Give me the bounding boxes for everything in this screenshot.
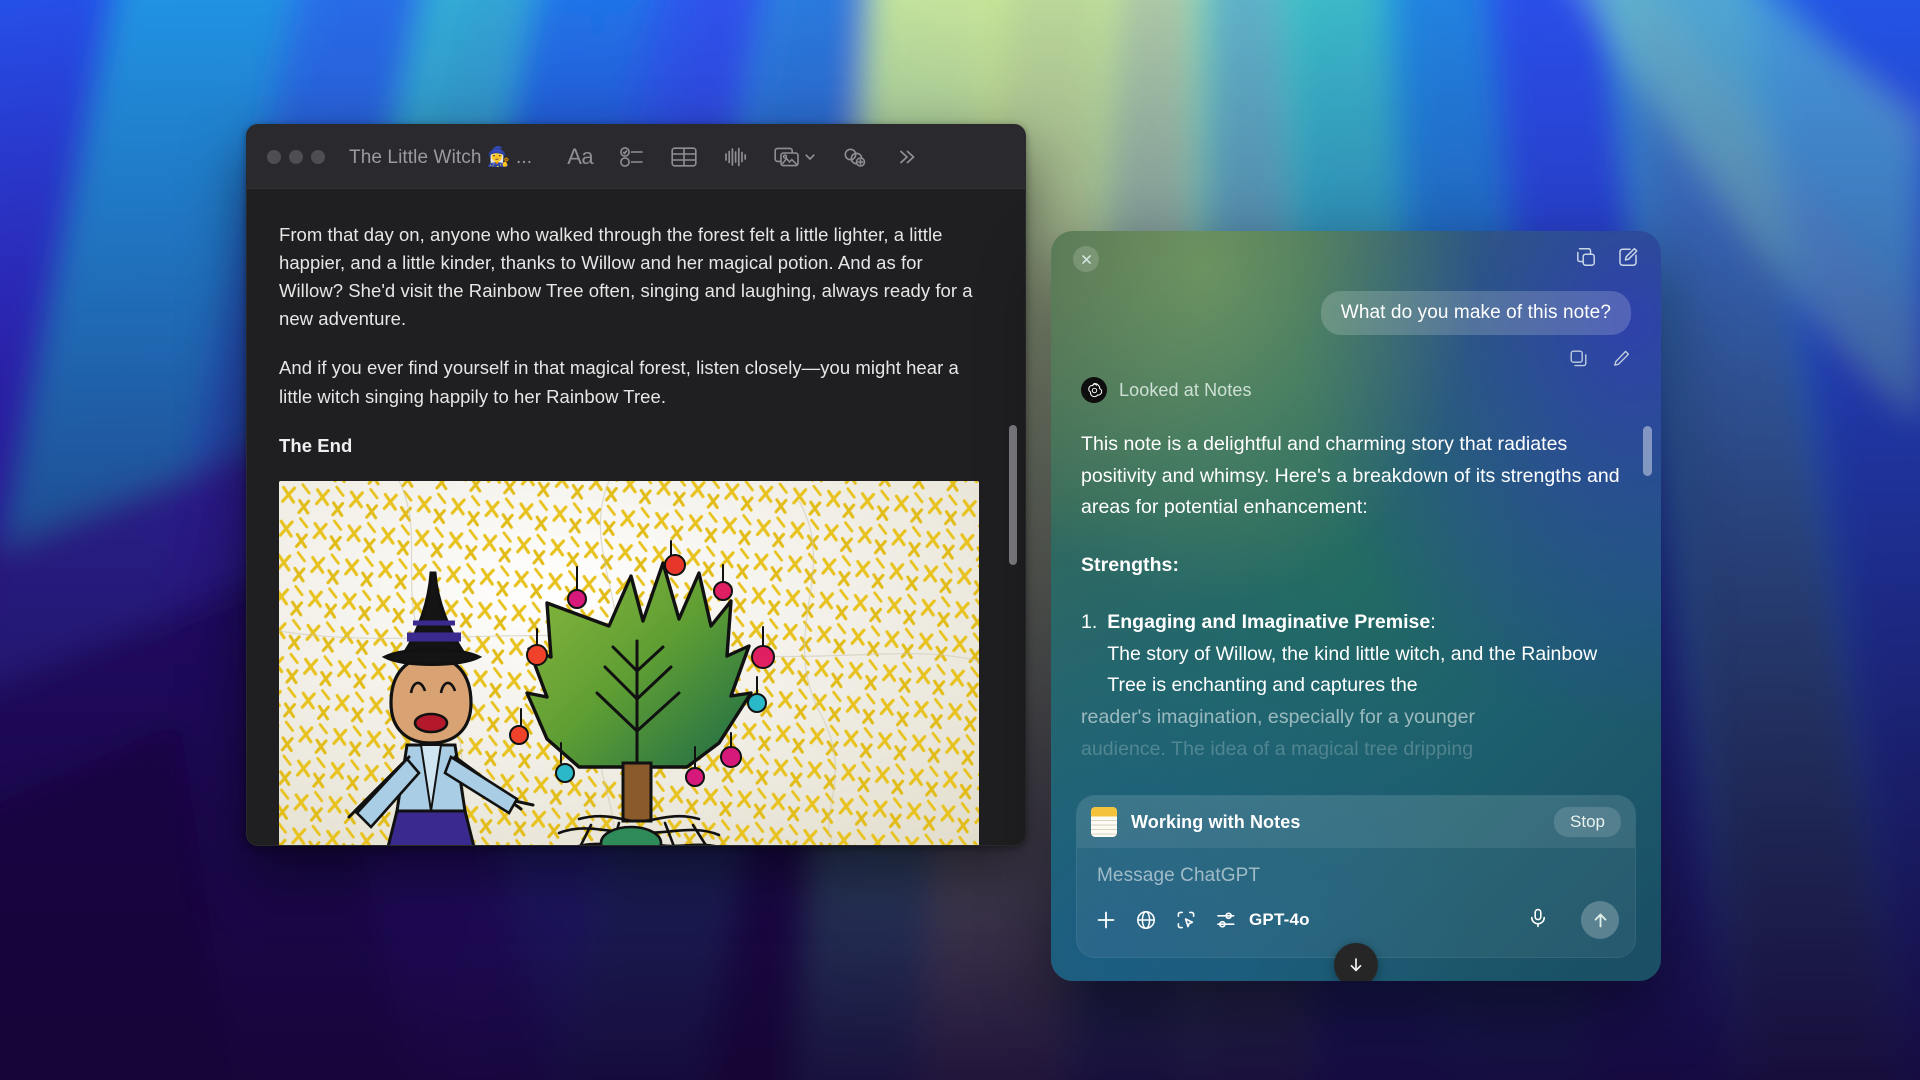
user-message-row: What do you make of this note?: [1081, 291, 1631, 335]
link-add-icon[interactable]: [828, 137, 880, 177]
format-aa-label: Aa: [567, 144, 593, 170]
notes-toolbar[interactable]: Aa: [554, 137, 1009, 177]
assistant-intro: This note is a delightful and charming s…: [1081, 429, 1631, 524]
table-icon[interactable]: [658, 137, 710, 177]
new-window-icon[interactable]: [1575, 246, 1597, 273]
edit-icon[interactable]: [1612, 349, 1631, 373]
note-image-childs-drawing[interactable]: [279, 481, 979, 846]
scroll-to-bottom-button[interactable]: [1334, 943, 1378, 981]
microphone-icon[interactable]: [1527, 907, 1549, 934]
send-button[interactable]: [1581, 901, 1619, 939]
working-status-bar: Working with Notes Stop: [1077, 796, 1635, 848]
compose-icon[interactable]: [1617, 246, 1639, 273]
notes-app-icon: [1091, 807, 1117, 837]
format-aa-icon[interactable]: Aa: [554, 137, 606, 177]
notes-scrollbar[interactable]: [1009, 425, 1017, 565]
drawing-illustration: [279, 481, 979, 846]
minimize-window-button[interactable]: [289, 150, 303, 164]
zoom-window-button[interactable]: [311, 150, 325, 164]
note-paragraph: From that day on, anyone who walked thro…: [279, 221, 979, 333]
note-paragraph: And if you ever find yourself in that ma…: [279, 354, 979, 410]
attach-plus-icon[interactable]: [1095, 909, 1117, 931]
tool-status-row: Looked at Notes: [1081, 377, 1631, 403]
close-icon[interactable]: [1073, 246, 1099, 272]
list-item-title-suffix: :: [1430, 611, 1435, 633]
openai-logo-icon: [1081, 377, 1107, 403]
working-status-label: Working with Notes: [1131, 812, 1300, 833]
chatgpt-conversation[interactable]: What do you make of this note?: [1051, 287, 1661, 771]
chatgpt-scrollbar[interactable]: [1643, 426, 1652, 476]
screen-capture-icon[interactable]: [1175, 909, 1197, 931]
model-label[interactable]: GPT-4o: [1249, 910, 1310, 930]
assistant-list-item: 1. Engaging and Imaginative Premise: The…: [1081, 607, 1631, 702]
message-input-placeholder[interactable]: Message ChatGPT: [1077, 848, 1635, 897]
copy-icon[interactable]: [1569, 349, 1588, 373]
model-settings-icon[interactable]: [1215, 909, 1237, 931]
notes-titlebar[interactable]: The Little Witch 🧙‍♀️ ... Aa: [247, 125, 1025, 189]
audio-waveform-icon[interactable]: [710, 137, 762, 177]
assistant-section-heading: Strengths:: [1081, 550, 1631, 582]
list-item-title: Engaging and Imaginative Premise: [1107, 611, 1430, 633]
list-item-number: 1.: [1081, 607, 1097, 702]
checklist-icon[interactable]: [606, 137, 658, 177]
close-window-button[interactable]: [267, 150, 281, 164]
assistant-fading-line-1: reader's imagination, especially for a y…: [1081, 702, 1631, 734]
chevron-down-icon[interactable]: [804, 151, 816, 163]
notes-window[interactable]: The Little Witch 🧙‍♀️ ... Aa: [246, 124, 1026, 846]
tool-status-label: Looked at Notes: [1119, 380, 1252, 401]
assistant-fading-line-2: audience. The idea of a magical tree dri…: [1081, 734, 1631, 766]
traffic-lights[interactable]: [267, 150, 325, 164]
media-photo-icon[interactable]: [762, 137, 828, 177]
stop-button[interactable]: Stop: [1554, 807, 1621, 837]
chatgpt-header: [1051, 231, 1661, 287]
user-message-actions[interactable]: [1081, 349, 1631, 373]
more-toolbar-icon[interactable]: [880, 137, 932, 177]
assistant-message: This note is a delightful and charming s…: [1081, 429, 1631, 765]
note-paragraph-the-end: The End: [279, 432, 979, 460]
chatgpt-composer[interactable]: Working with Notes Stop Message ChatGPT: [1077, 796, 1635, 957]
notes-window-title: The Little Witch 🧙‍♀️ ...: [349, 145, 532, 169]
chatgpt-panel[interactable]: What do you make of this note?: [1051, 231, 1661, 981]
web-search-globe-icon[interactable]: [1135, 909, 1157, 931]
notes-content[interactable]: From that day on, anyone who walked thro…: [247, 189, 1025, 846]
list-item-body: The story of Willow, the kind little wit…: [1107, 643, 1597, 697]
user-message-bubble: What do you make of this note?: [1321, 291, 1631, 335]
